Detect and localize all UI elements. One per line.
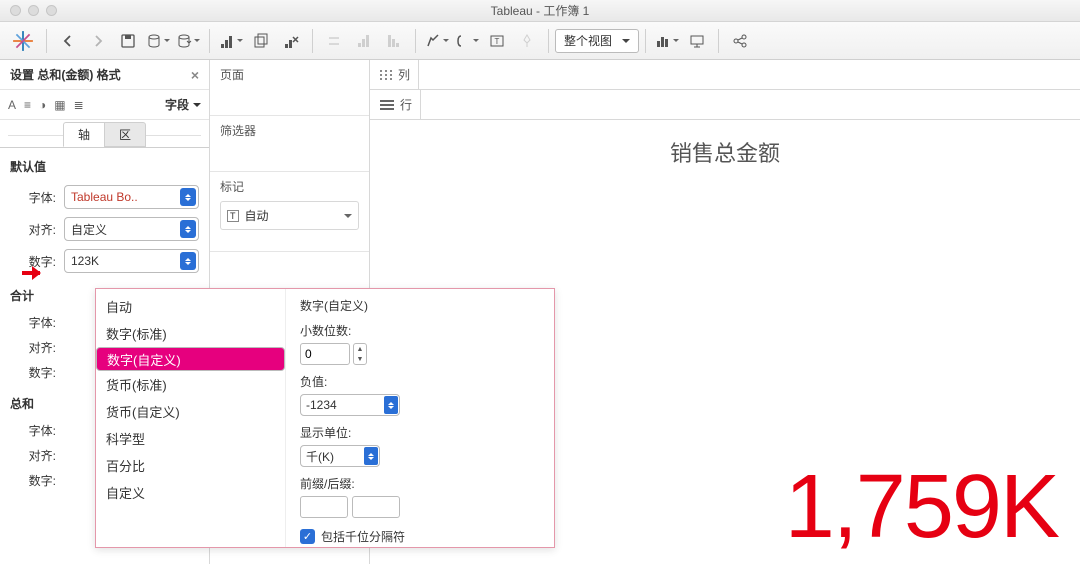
- new-worksheet-button[interactable]: [218, 28, 244, 54]
- text-icon: T: [227, 210, 239, 222]
- thousands-sep-label: 包括千位分隔符: [321, 528, 405, 545]
- fit-selector[interactable]: 整个视图: [555, 29, 639, 53]
- list-item[interactable]: 自定义: [96, 479, 285, 506]
- format-pane-title: 设置 总和(金额) 格式: [10, 66, 121, 83]
- highlight-button[interactable]: [424, 28, 450, 54]
- font-label: 字体:: [10, 189, 56, 206]
- decimals-input[interactable]: [300, 343, 350, 365]
- neg-label: 负值:: [300, 373, 540, 390]
- filters-shelf[interactable]: 筛选器: [210, 116, 369, 172]
- number-select[interactable]: 123K: [64, 249, 199, 273]
- tab-axis[interactable]: 轴: [63, 122, 104, 147]
- sort-asc-button[interactable]: [351, 28, 377, 54]
- datasource-button[interactable]: [145, 28, 171, 54]
- svg-text:T: T: [495, 37, 500, 46]
- gt-font-label: 字体:: [10, 422, 56, 439]
- negative-select[interactable]: -1234: [300, 394, 400, 416]
- viz-title: 销售总金额: [370, 120, 1080, 168]
- duplicate-button[interactable]: [248, 28, 274, 54]
- total-font-label: 字体:: [10, 314, 56, 331]
- list-item[interactable]: 科学型: [96, 425, 285, 452]
- align-label: 对齐:: [10, 221, 56, 238]
- presentation-button[interactable]: [684, 28, 710, 54]
- thousands-sep-checkbox[interactable]: ✓: [300, 529, 315, 544]
- list-item[interactable]: 货币(标准): [96, 371, 285, 398]
- format-type-list: 自动 数字(标准) 数字(自定义) 货币(标准) 货币(自定义) 科学型 百分比…: [96, 289, 286, 547]
- mark-type-select[interactable]: T 自动: [220, 201, 359, 230]
- annotation-arrow-icon: [22, 266, 48, 280]
- list-item[interactable]: 自动: [96, 293, 285, 320]
- align-select[interactable]: 自定义: [64, 217, 199, 241]
- decimals-stepper[interactable]: ▲▼: [353, 343, 367, 365]
- align-icon[interactable]: ≡: [24, 98, 31, 112]
- list-item[interactable]: 数字(标准): [96, 320, 285, 347]
- forward-button[interactable]: [85, 28, 111, 54]
- group-button[interactable]: [454, 28, 480, 54]
- shading-icon[interactable]: ◑: [39, 98, 46, 112]
- section-default: 默认值: [0, 148, 209, 181]
- gt-align-label: 对齐:: [10, 447, 56, 464]
- font-select[interactable]: Tableau Bo..: [64, 185, 199, 209]
- sort-desc-button[interactable]: [381, 28, 407, 54]
- pages-shelf[interactable]: 页面: [210, 60, 369, 116]
- number-format-dialog: 自动 数字(标准) 数字(自定义) 货币(标准) 货币(自定义) 科学型 百分比…: [95, 288, 555, 548]
- prefix-input[interactable]: [300, 496, 348, 518]
- prefix-label: 前缀/后缀:: [300, 475, 540, 492]
- label-button[interactable]: T: [484, 28, 510, 54]
- tab-pane[interactable]: 区: [104, 122, 146, 147]
- viz-value: 1,759K: [785, 462, 1058, 552]
- titlebar: Tableau - 工作簿 1: [0, 0, 1080, 22]
- rows-shelf[interactable]: 行: [370, 90, 1080, 120]
- main-toolbar: T 整个视图: [0, 22, 1080, 60]
- close-format-pane-button[interactable]: ×: [191, 67, 199, 83]
- total-number-label: 数字:: [10, 364, 56, 381]
- decimals-label: 小数位数:: [300, 322, 540, 339]
- columns-icon: [380, 70, 392, 80]
- marks-card: 标记 T 自动: [210, 172, 369, 252]
- pin-button[interactable]: [514, 28, 540, 54]
- lines-icon[interactable]: ≣: [74, 98, 84, 112]
- gt-number-label: 数字:: [10, 472, 56, 489]
- borders-icon[interactable]: ▦: [54, 98, 65, 112]
- clear-button[interactable]: [278, 28, 304, 54]
- columns-shelf[interactable]: 列: [370, 60, 1080, 90]
- refresh-button[interactable]: [175, 28, 201, 54]
- list-item[interactable]: 百分比: [96, 452, 285, 479]
- save-button[interactable]: [115, 28, 141, 54]
- field-selector[interactable]: 字段: [165, 96, 201, 113]
- tableau-logo-icon[interactable]: [12, 30, 34, 52]
- list-item[interactable]: 货币(自定义): [96, 398, 285, 425]
- suffix-input[interactable]: [352, 496, 400, 518]
- back-button[interactable]: [55, 28, 81, 54]
- list-item[interactable]: 数字(自定义): [96, 347, 285, 371]
- rows-icon: [380, 100, 394, 110]
- swap-button[interactable]: [321, 28, 347, 54]
- share-button[interactable]: [727, 28, 753, 54]
- unit-label: 显示单位:: [300, 424, 540, 441]
- showme-button[interactable]: [654, 28, 680, 54]
- window-title: Tableau - 工作簿 1: [0, 2, 1080, 19]
- total-align-label: 对齐:: [10, 339, 56, 356]
- unit-select[interactable]: 千(K): [300, 445, 380, 467]
- popup-title: 数字(自定义): [300, 297, 540, 314]
- font-icon[interactable]: A: [8, 98, 16, 112]
